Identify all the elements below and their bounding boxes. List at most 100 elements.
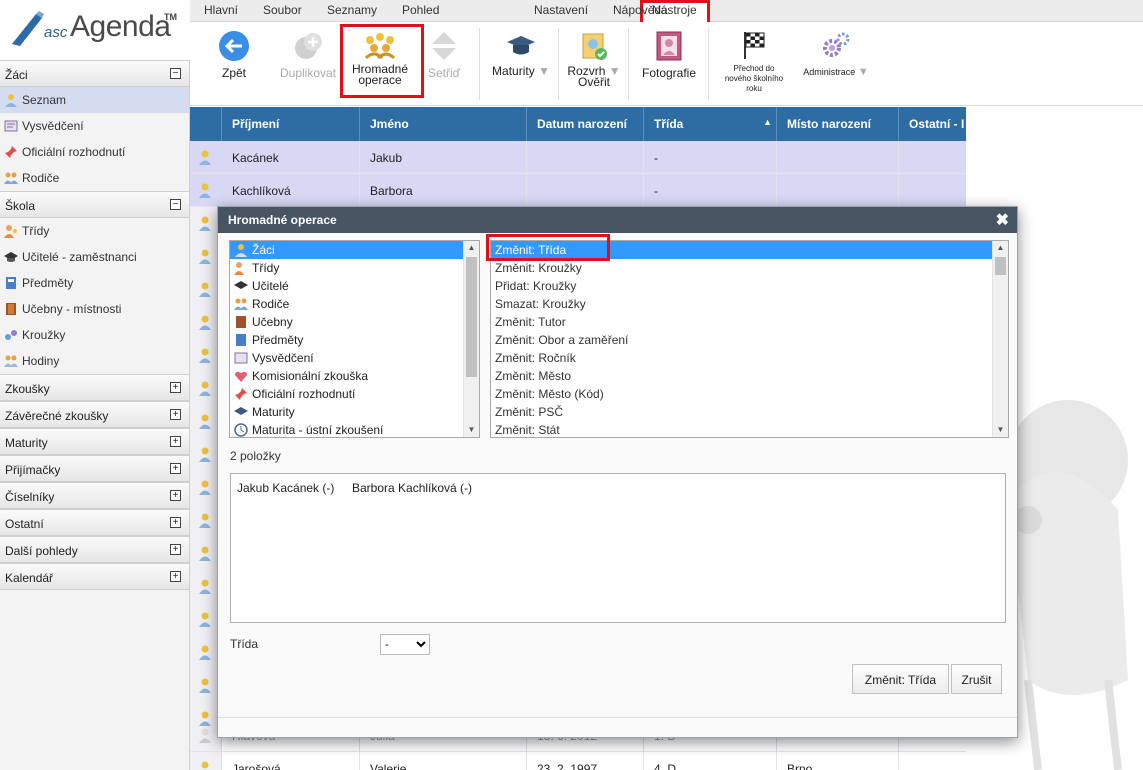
list-item-operation[interactable]: Změnit: Kroužky [491, 259, 1008, 277]
duplicate-button[interactable]: Duplikovat [278, 30, 338, 80]
sidebar-section-label: Závěrečné zkoušky [5, 409, 109, 423]
sidebar-section-maturity[interactable]: Maturity + [0, 428, 189, 455]
collapse-icon[interactable]: − [170, 68, 181, 79]
list-item-operation[interactable]: Přidat: Kroužky [491, 277, 1008, 295]
menu-napoveda[interactable]: Nápověda [613, 3, 668, 17]
new-school-year-button[interactable]: Přechod do nového školního roku [718, 30, 790, 94]
list-item-ucebny[interactable]: Učebny [230, 313, 479, 331]
expand-icon[interactable]: + [170, 571, 181, 582]
list-item-vysvedceni[interactable]: Vysvědčení [230, 349, 479, 367]
header-trida[interactable]: Třída ▲ [644, 107, 777, 141]
pin-icon [235, 388, 247, 400]
trida-select[interactable]: - [380, 634, 430, 655]
expand-icon[interactable]: + [170, 490, 181, 501]
expand-icon[interactable]: + [170, 382, 181, 393]
sidebar-section-ciselniky[interactable]: Číselníky + [0, 482, 189, 509]
cancel-button[interactable]: Zrušit [951, 664, 1002, 694]
list-item-operation[interactable]: Změnit: Tutor [491, 313, 1008, 331]
items-count: 2 položky [230, 449, 281, 463]
sidebar-section-zaci[interactable]: Žáci − [0, 60, 189, 87]
list-item-operation[interactable]: Smazat: Kroužky [491, 295, 1008, 313]
sidebar-section-dalsi-pohledy[interactable]: Další pohledy + [0, 536, 189, 563]
cell-place: Brno [777, 752, 899, 770]
maturity-button[interactable]: Maturity ▼ [488, 30, 554, 78]
sidebar-item-ucebny[interactable]: Učebny - místnosti [0, 296, 189, 322]
sidebar-section-prijimacky[interactable]: Přijímačky + [0, 455, 189, 482]
schedule-verify-button[interactable]: Rozvrh ▼ Ověřit [566, 30, 622, 88]
menu-soubor[interactable]: Soubor [263, 3, 302, 17]
category-listbox[interactable]: Žáci Třídy Učitelé Rodiče Učebny Předmět… [229, 240, 480, 438]
operations-listbox[interactable]: Změnit: Třída Změnit: Kroužky Přidat: Kr… [490, 240, 1009, 438]
scroll-up-icon[interactable]: ▲ [993, 241, 1008, 255]
sidebar-section-label: Kalendář [5, 571, 54, 585]
sidebar-item-krouzky[interactable]: Kroužky [0, 322, 189, 348]
expand-icon[interactable]: + [170, 517, 181, 528]
list-item-operation[interactable]: Změnit: Stát [491, 421, 1008, 437]
list-item-komisionalni-zkouska[interactable]: Komisionální zkouška [230, 367, 479, 385]
close-icon[interactable]: ✖ [996, 210, 1009, 230]
expand-icon[interactable]: + [170, 436, 181, 447]
new-year-label-1: Přechod do [733, 64, 775, 73]
list-item-operation[interactable]: Změnit: Ročník [491, 349, 1008, 367]
sidebar-item-ucitele[interactable]: Učitelé - zaměstnanci [0, 244, 189, 270]
menu-hlavni[interactable]: Hlavní [204, 3, 238, 17]
operations-scrollbar[interactable]: ▲ ▼ [992, 241, 1008, 437]
sidebar-item-oficialni-rozhodnuti[interactable]: Oficiální rozhodnutí [0, 139, 189, 165]
header-prijmeni[interactable]: Příjmení [222, 107, 360, 141]
sidebar-item-tridy[interactable]: Třídy [0, 218, 189, 244]
student-icon [199, 447, 211, 462]
lessons-icon [4, 355, 18, 367]
table-row[interactable]: Kachlíková Barbora - [190, 174, 966, 207]
sort-button[interactable]: Setřiď [424, 30, 464, 80]
header-jmeno[interactable]: Jméno [360, 107, 527, 141]
sidebar-section-zaverecne-zkousky[interactable]: Závěrečné zkoušky + [0, 401, 189, 428]
category-scrollbar[interactable]: ▲ ▼ [463, 241, 479, 437]
administration-button[interactable]: Administrace ▼ [798, 30, 874, 78]
expand-icon[interactable]: + [170, 409, 181, 420]
student-icon [199, 480, 211, 495]
list-item-oficialni-rozhodnuti[interactable]: Oficiální rozhodnutí [230, 385, 479, 403]
sidebar-item-seznam[interactable]: Seznam [0, 87, 189, 113]
back-button[interactable]: Zpět [212, 30, 256, 80]
table-row[interactable]: Jarošová Valerie 23. 2. 1997 4. D Brno [190, 752, 966, 770]
sidebar-item-vysvedceni[interactable]: Vysvědčení [0, 113, 189, 139]
sidebar-section-label: Ostatní [5, 517, 44, 531]
list-item-operation[interactable]: Změnit: Město [491, 367, 1008, 385]
sidebar-section-ostatni[interactable]: Ostatní + [0, 509, 189, 536]
list-item-operation[interactable]: Změnit: PSČ [491, 403, 1008, 421]
scroll-down-icon[interactable]: ▼ [464, 423, 479, 437]
sidebar-item-hodiny[interactable]: Hodiny [0, 348, 189, 374]
header-misto-narozeni[interactable]: Místo narození [777, 107, 899, 141]
header-datum-narozeni[interactable]: Datum narození [527, 107, 644, 141]
list-item-maturita-ustni[interactable]: Maturita - ústní zkoušení [230, 421, 479, 437]
list-item-zaci[interactable]: Žáci [230, 241, 479, 259]
menu-pohled[interactable]: Pohled [402, 3, 439, 17]
list-item-rodice[interactable]: Rodiče [230, 295, 479, 313]
list-item-operation[interactable]: Změnit: Obor a zaměření [491, 331, 1008, 349]
scroll-up-icon[interactable]: ▲ [464, 241, 479, 255]
list-item-predmety[interactable]: Předměty [230, 331, 479, 349]
sidebar-item-rodice[interactable]: Rodiče [0, 165, 189, 191]
list-item-ucitele[interactable]: Učitelé [230, 277, 479, 295]
sidebar-section-zkousky[interactable]: Zkoušky + [0, 374, 189, 401]
table-row[interactable]: Kacánek Jakub - [190, 141, 966, 174]
list-item-maturity[interactable]: Maturity [230, 403, 479, 421]
scroll-thumb[interactable] [995, 257, 1006, 275]
sidebar-section-skola[interactable]: Škola − [0, 191, 189, 218]
scroll-thumb[interactable] [466, 257, 477, 377]
menu-seznamy[interactable]: Seznamy [327, 3, 377, 17]
list-item-label: Maturity [252, 405, 295, 419]
expand-icon[interactable]: + [170, 463, 181, 474]
list-item-operation[interactable]: Změnit: Město (Kód) [491, 385, 1008, 403]
student-icon [199, 216, 211, 231]
photos-button[interactable]: Fotografie [636, 30, 702, 80]
menu-nastaveni[interactable]: Nastavení [534, 3, 588, 17]
expand-icon[interactable]: + [170, 544, 181, 555]
sidebar-section-kalendar[interactable]: Kalendář + [0, 563, 189, 590]
collapse-icon[interactable]: − [170, 199, 181, 210]
scroll-down-icon[interactable]: ▼ [993, 423, 1008, 437]
list-item-tridy[interactable]: Třídy [230, 259, 479, 277]
sidebar-item-predmety[interactable]: Předměty [0, 270, 189, 296]
apply-change-class-button[interactable]: Změnit: Třída [852, 664, 949, 694]
header-ostatni[interactable]: Ostatní - I [899, 107, 966, 141]
